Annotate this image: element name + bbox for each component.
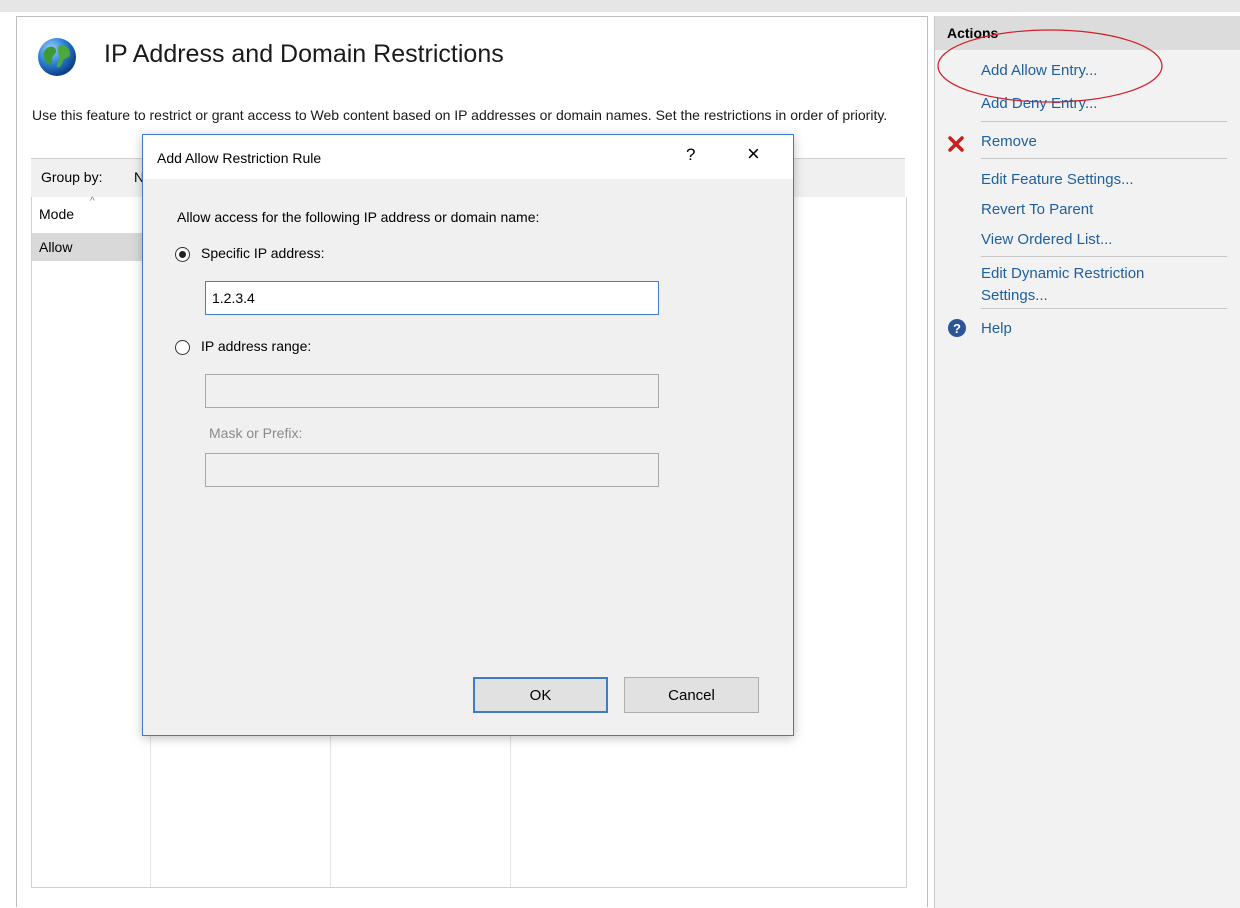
svg-text:?: ? <box>953 321 961 336</box>
actions-divider <box>981 308 1227 309</box>
table-row[interactable]: Allow <box>32 233 150 261</box>
dialog-prompt: Allow access for the following IP addres… <box>177 209 540 225</box>
add-deny-entry-link[interactable]: Add Deny Entry... <box>981 95 1097 112</box>
dialog-title: Add Allow Restriction Rule <box>157 150 322 166</box>
mask-prefix-label: Mask or Prefix: <box>209 425 303 441</box>
revert-to-parent-link[interactable]: Revert To Parent <box>981 201 1093 218</box>
dialog-titlebar: Add Allow Restriction Rule ? × <box>143 135 793 179</box>
row-mode-cell: Allow <box>39 239 73 255</box>
page-title: IP Address and Domain Restrictions <box>104 40 504 68</box>
edit-feature-settings-link[interactable]: Edit Feature Settings... <box>981 171 1134 188</box>
view-ordered-list-link[interactable]: View Ordered List... <box>981 231 1112 248</box>
actions-title: Actions <box>947 25 999 41</box>
actions-pane: Actions Add Allow Entry... Add Deny Entr… <box>934 16 1240 908</box>
actions-divider <box>981 256 1227 257</box>
mask-prefix-input[interactable] <box>205 453 659 487</box>
cancel-button[interactable]: Cancel <box>624 677 759 713</box>
group-by-label: Group by: <box>41 169 103 185</box>
add-allow-entry-link[interactable]: Add Allow Entry... <box>981 62 1097 79</box>
remove-x-icon <box>948 136 964 152</box>
column-header-mode[interactable]: Mode <box>39 206 74 222</box>
dialog-help-button[interactable]: ? <box>686 145 695 165</box>
edit-dynamic-restriction-settings-link[interactable]: Edit Dynamic Restriction Settings... <box>981 263 1191 307</box>
actions-header: Actions <box>935 16 1240 50</box>
ip-range-input[interactable] <box>205 374 659 408</box>
help-icon: ? <box>948 319 966 337</box>
globe-icon <box>38 38 76 76</box>
actions-divider <box>981 121 1227 122</box>
add-allow-restriction-dialog: Add Allow Restriction Rule ? × Allow acc… <box>142 134 794 736</box>
actions-divider <box>981 158 1227 159</box>
ip-range-radio[interactable] <box>175 340 190 355</box>
feature-description: Use this feature to restrict or grant ac… <box>32 107 888 123</box>
specific-ip-input[interactable] <box>205 281 659 315</box>
ok-button[interactable]: OK <box>473 677 608 713</box>
dialog-close-button[interactable]: × <box>747 143 760 165</box>
specific-ip-radio[interactable] <box>175 247 190 262</box>
specific-ip-label[interactable]: Specific IP address: <box>201 245 324 261</box>
remove-link[interactable]: Remove <box>981 133 1037 150</box>
ip-range-label[interactable]: IP address range: <box>201 338 311 354</box>
top-strip <box>0 0 1240 12</box>
sort-caret-icon: ^ <box>90 196 95 207</box>
help-link[interactable]: Help <box>981 320 1012 337</box>
